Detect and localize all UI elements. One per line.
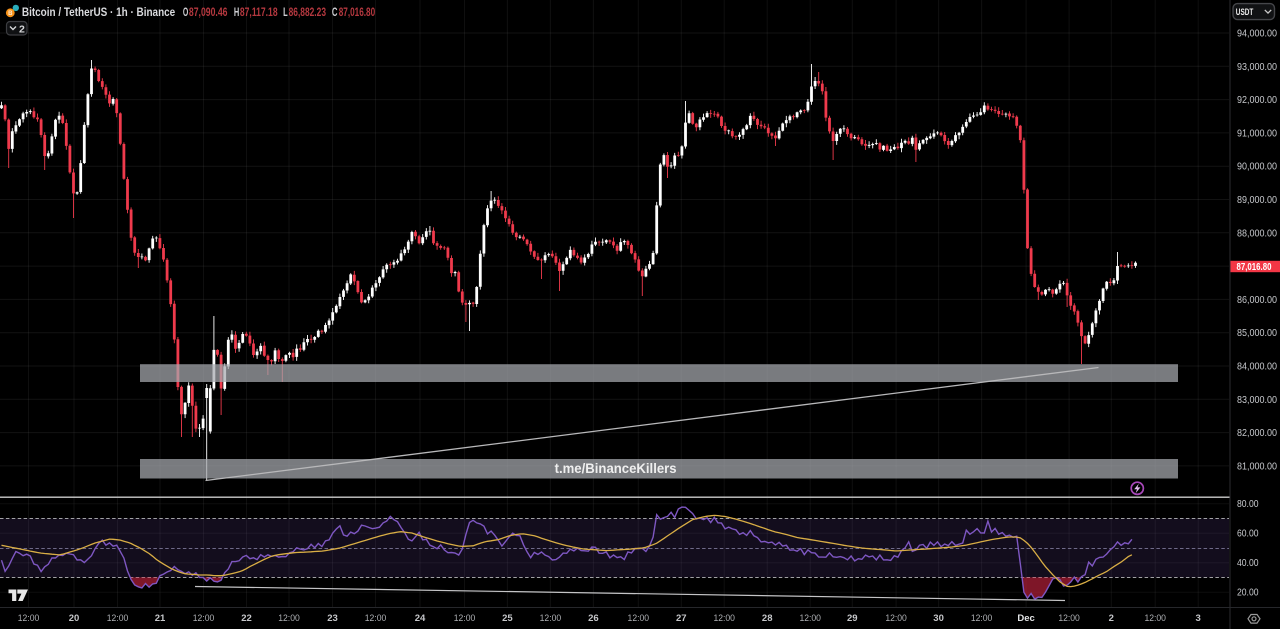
svg-text:86,882.23: 86,882.23 xyxy=(289,7,326,19)
svg-text:40.00: 40.00 xyxy=(1237,558,1259,569)
svg-text:B: B xyxy=(8,11,13,17)
svg-text:26: 26 xyxy=(588,613,599,624)
svg-text:12:00: 12:00 xyxy=(628,613,650,624)
svg-text:21: 21 xyxy=(155,613,166,624)
svg-text:85,000.00: 85,000.00 xyxy=(1237,328,1277,339)
svg-text:29: 29 xyxy=(847,613,858,624)
svg-text:89,000.00: 89,000.00 xyxy=(1237,195,1277,206)
svg-text:24: 24 xyxy=(415,613,426,624)
svg-text:20: 20 xyxy=(69,613,80,624)
svg-text:25: 25 xyxy=(502,613,513,624)
svg-text:93,000.00: 93,000.00 xyxy=(1237,62,1277,73)
svg-text:60.00: 60.00 xyxy=(1237,529,1259,540)
svg-text:12:00: 12:00 xyxy=(278,613,300,624)
svg-text:92,000.00: 92,000.00 xyxy=(1237,95,1277,106)
svg-text:86,000.00: 86,000.00 xyxy=(1237,295,1277,306)
svg-text:USDT: USDT xyxy=(1236,7,1254,17)
svg-text:81,000.00: 81,000.00 xyxy=(1237,461,1277,472)
svg-text:H: H xyxy=(234,7,239,19)
svg-text:2: 2 xyxy=(1109,613,1114,624)
svg-text:30: 30 xyxy=(933,613,944,624)
svg-text:80.00: 80.00 xyxy=(1237,499,1259,510)
svg-text:12:00: 12:00 xyxy=(799,613,821,624)
svg-text:82,000.00: 82,000.00 xyxy=(1237,428,1277,439)
svg-text:12:00: 12:00 xyxy=(1058,613,1080,624)
svg-text:12:00: 12:00 xyxy=(1144,613,1166,624)
svg-text:83,000.00: 83,000.00 xyxy=(1237,395,1277,406)
svg-text:12:00: 12:00 xyxy=(18,613,40,624)
svg-text:22: 22 xyxy=(241,613,252,624)
svg-text:12:00: 12:00 xyxy=(713,613,735,624)
svg-text:2: 2 xyxy=(19,23,25,35)
svg-text:88,000.00: 88,000.00 xyxy=(1237,228,1277,239)
svg-text:12:00: 12:00 xyxy=(365,613,387,624)
svg-text:91,000.00: 91,000.00 xyxy=(1237,128,1277,139)
svg-text:3: 3 xyxy=(1196,613,1201,624)
svg-text:12:00: 12:00 xyxy=(107,613,129,624)
svg-text:20.00: 20.00 xyxy=(1237,588,1259,599)
svg-text:23: 23 xyxy=(327,613,338,624)
svg-text:90,000.00: 90,000.00 xyxy=(1237,162,1277,173)
svg-text:87,016.80: 87,016.80 xyxy=(339,7,376,19)
svg-text:27: 27 xyxy=(676,613,687,624)
svg-text:O: O xyxy=(183,7,188,19)
svg-text:87,117.18: 87,117.18 xyxy=(240,7,278,19)
svg-text:Bitcoin / TetherUS · 1h · Bina: Bitcoin / TetherUS · 1h · Binance xyxy=(22,5,176,19)
svg-text:94,000.00: 94,000.00 xyxy=(1237,29,1277,40)
svg-text:12:00: 12:00 xyxy=(540,613,562,624)
svg-text:L: L xyxy=(283,7,288,19)
svg-text:Dec: Dec xyxy=(1017,613,1034,624)
svg-text:12:00: 12:00 xyxy=(971,613,993,624)
svg-text:87,016.80: 87,016.80 xyxy=(1237,262,1272,273)
svg-text:12:00: 12:00 xyxy=(193,613,215,624)
svg-text:12:00: 12:00 xyxy=(885,613,907,624)
svg-text:84,000.00: 84,000.00 xyxy=(1237,362,1277,373)
svg-text:12:00: 12:00 xyxy=(454,613,476,624)
svg-text:t.me/BinanceKillers: t.me/BinanceKillers xyxy=(555,461,677,476)
svg-text:28: 28 xyxy=(762,613,773,624)
svg-text:C: C xyxy=(332,7,338,19)
svg-text:87,090.46: 87,090.46 xyxy=(189,7,228,19)
